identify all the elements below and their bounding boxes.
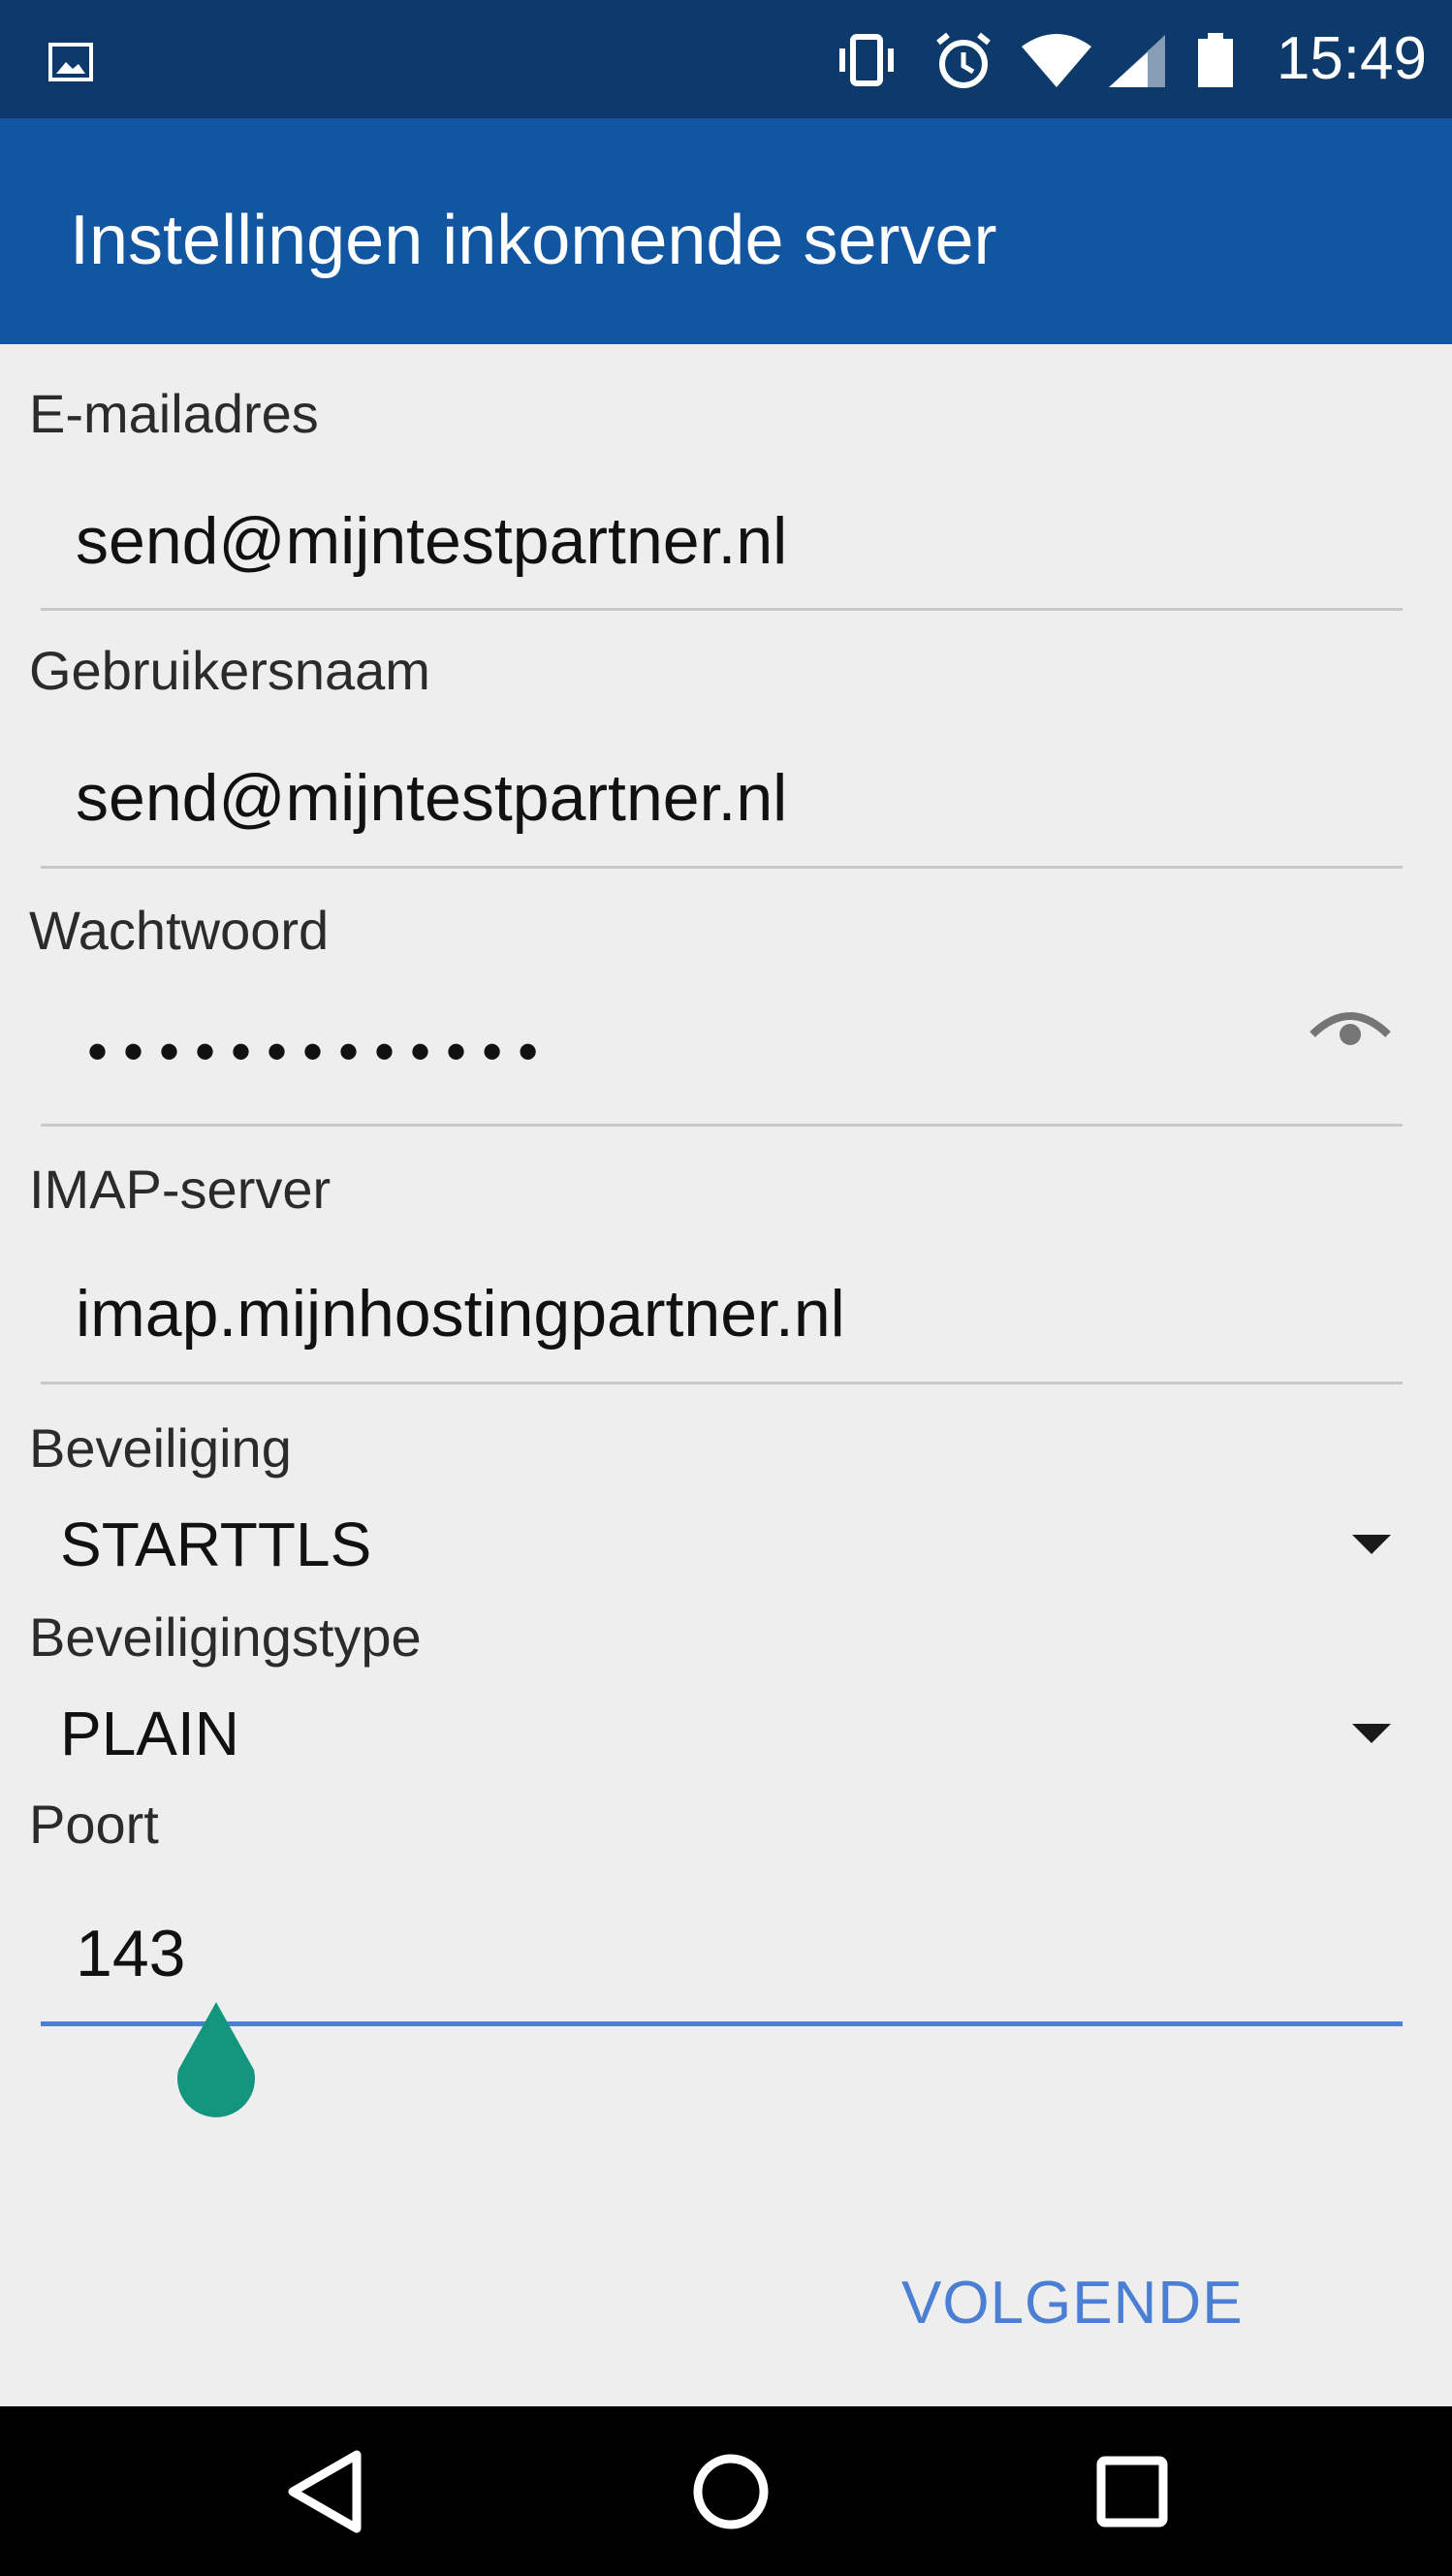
security-selected: STARTTLS (60, 1510, 372, 1579)
gallery-icon (48, 43, 93, 81)
text-cursor-handle[interactable] (173, 1992, 260, 2118)
username-field-underline (41, 866, 1403, 869)
imap-server-label: IMAP-server (29, 1159, 331, 1220)
chevron-down-icon (1352, 1535, 1391, 1554)
username-label: Gebruikersnaam (29, 640, 430, 701)
vibrate-icon (839, 34, 894, 86)
imap-server-field-underline (41, 1382, 1403, 1384)
port-field[interactable]: 143 (76, 1915, 185, 1992)
security-label: Beveiliging (29, 1417, 292, 1479)
security-type-label: Beveiligingstype (29, 1606, 422, 1668)
chevron-down-icon (1352, 1724, 1391, 1743)
page-title: Instellingen inkomende server (70, 202, 997, 279)
footer: VOLGENDE (0, 2210, 1452, 2406)
app-bar: Instellingen inkomende server (0, 118, 1452, 344)
password-field[interactable]: ••••••••••••• (87, 1023, 553, 1081)
home-icon[interactable] (682, 2443, 779, 2540)
password-field-underline (41, 1124, 1403, 1127)
battery-icon (1198, 33, 1233, 87)
wifi-icon (1022, 34, 1091, 87)
back-icon[interactable] (279, 2443, 376, 2540)
email-label: E-mailadres (29, 383, 319, 444)
port-label: Poort (29, 1794, 159, 1855)
email-field-underline (41, 608, 1403, 611)
status-bar: 15:49 (0, 0, 1452, 118)
alarm-icon (936, 32, 991, 88)
imap-server-field[interactable]: imap.mijnhostingpartner.nl (76, 1275, 845, 1352)
incoming-server-form: E-mailadres send@mijntestpartner.nl Gebr… (0, 344, 1452, 2210)
eye-icon[interactable] (1309, 1003, 1392, 1052)
security-type-selected: PLAIN (60, 1699, 239, 1768)
password-label: Wachtwoord (29, 900, 330, 961)
email-field[interactable]: send@mijntestpartner.nl (76, 502, 787, 580)
recents-icon[interactable] (1084, 2443, 1181, 2540)
signal-icon (1109, 35, 1165, 87)
navigation-bar (0, 2406, 1452, 2576)
next-button[interactable]: VOLGENDE (901, 2269, 1244, 2338)
clock: 15:49 (1276, 25, 1427, 92)
username-field[interactable]: send@mijntestpartner.nl (76, 759, 787, 837)
